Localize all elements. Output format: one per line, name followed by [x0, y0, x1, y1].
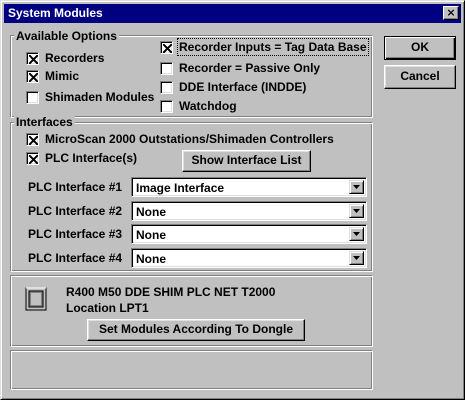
show-interface-list-button[interactable]: Show Interface List: [182, 150, 311, 172]
chevron-down-icon: [353, 209, 360, 213]
dropdown-arrow-button[interactable]: [349, 204, 364, 218]
chevron-down-icon: [353, 256, 360, 260]
check-x-icon: [163, 44, 172, 53]
recorder-inputs-checkbox[interactable]: Recorder Inputs = Tag Data Base: [160, 38, 369, 56]
dongle-modules-text: R400 M50 DDE SHIM PLC NET T2000: [66, 285, 276, 299]
recorder-passive-checkbox[interactable]: Recorder = Passive Only: [160, 62, 320, 76]
checkbox-box: [26, 52, 39, 65]
dropdown-arrow-button[interactable]: [349, 227, 364, 241]
plc-interface-4-select[interactable]: None: [131, 248, 367, 268]
system-modules-dialog: System Modules × Available Options Recor…: [0, 0, 465, 400]
plc-interface-1-label: PLC Interface #1: [28, 180, 123, 194]
plc-interface-3-label: PLC Interface #3: [28, 227, 123, 241]
dropdown-arrow-button[interactable]: [349, 251, 364, 265]
title-bar: System Modules ×: [4, 4, 461, 23]
recorder-inputs-label: Recorder Inputs = Tag Data Base: [177, 38, 369, 56]
recorders-label: Recorders: [45, 51, 105, 65]
checkbox-box: [26, 70, 39, 83]
check-x-icon: [29, 155, 38, 164]
status-panel: [10, 350, 373, 390]
dde-interface-checkbox[interactable]: DDE Interface (INDDE): [160, 81, 306, 95]
checkbox-box: [26, 91, 39, 104]
dongle-location-text: Location LPT1: [66, 301, 149, 315]
checkbox-box: [160, 41, 173, 54]
plc-interface-4-label: PLC Interface #4: [28, 251, 123, 265]
plc-interface-3-select[interactable]: None: [131, 224, 367, 244]
window-title: System Modules: [8, 6, 103, 20]
plc-interface-4-value: None: [136, 252, 166, 266]
plc-interface-1-value: Image Interface: [136, 181, 225, 195]
recorder-passive-label: Recorder = Passive Only: [179, 61, 321, 75]
cancel-button[interactable]: Cancel: [384, 65, 456, 89]
checkbox-box: [160, 100, 173, 113]
mimic-checkbox[interactable]: Mimic: [26, 70, 79, 84]
chevron-down-icon: [353, 185, 360, 189]
watchdog-checkbox[interactable]: Watchdog: [160, 100, 237, 114]
ok-button[interactable]: OK: [384, 36, 456, 60]
close-button[interactable]: ×: [443, 6, 459, 20]
plc-interface-2-label: PLC Interface #2: [28, 204, 123, 218]
checkbox-box: [160, 81, 173, 94]
recorders-checkbox[interactable]: Recorders: [26, 52, 104, 66]
check-x-icon: [29, 55, 38, 64]
checkbox-box: [160, 62, 173, 75]
shimaden-modules-label: Shimaden Modules: [45, 90, 155, 104]
plc-interface-1-select[interactable]: Image Interface: [131, 177, 367, 197]
close-icon: ×: [446, 6, 456, 19]
checkbox-box: [26, 152, 39, 165]
plc-interfaces-label: PLC Interface(s): [45, 151, 138, 165]
plc-interfaces-checkbox[interactable]: PLC Interface(s): [26, 152, 137, 166]
check-x-icon: [29, 136, 38, 145]
plc-interface-3-value: None: [136, 228, 166, 242]
plc-interface-2-select[interactable]: None: [131, 201, 367, 221]
microscan-checkbox[interactable]: MicroScan 2000 Outstations/Shimaden Cont…: [26, 133, 334, 147]
check-x-icon: [29, 73, 38, 82]
plc-interface-2-value: None: [136, 205, 166, 219]
shimaden-modules-checkbox[interactable]: Shimaden Modules: [26, 91, 154, 105]
dongle-icon: [25, 287, 47, 311]
watchdog-label: Watchdog: [179, 99, 237, 113]
interfaces-legend: Interfaces: [14, 115, 75, 129]
mimic-label: Mimic: [45, 69, 80, 83]
chevron-down-icon: [353, 232, 360, 236]
set-modules-button[interactable]: Set Modules According To Dongle: [87, 319, 305, 341]
dropdown-arrow-button[interactable]: [349, 180, 364, 194]
dde-interface-label: DDE Interface (INDDE): [179, 80, 307, 94]
checkbox-box: [26, 133, 39, 146]
microscan-label: MicroScan 2000 Outstations/Shimaden Cont…: [45, 132, 334, 146]
available-options-legend: Available Options: [14, 29, 119, 43]
